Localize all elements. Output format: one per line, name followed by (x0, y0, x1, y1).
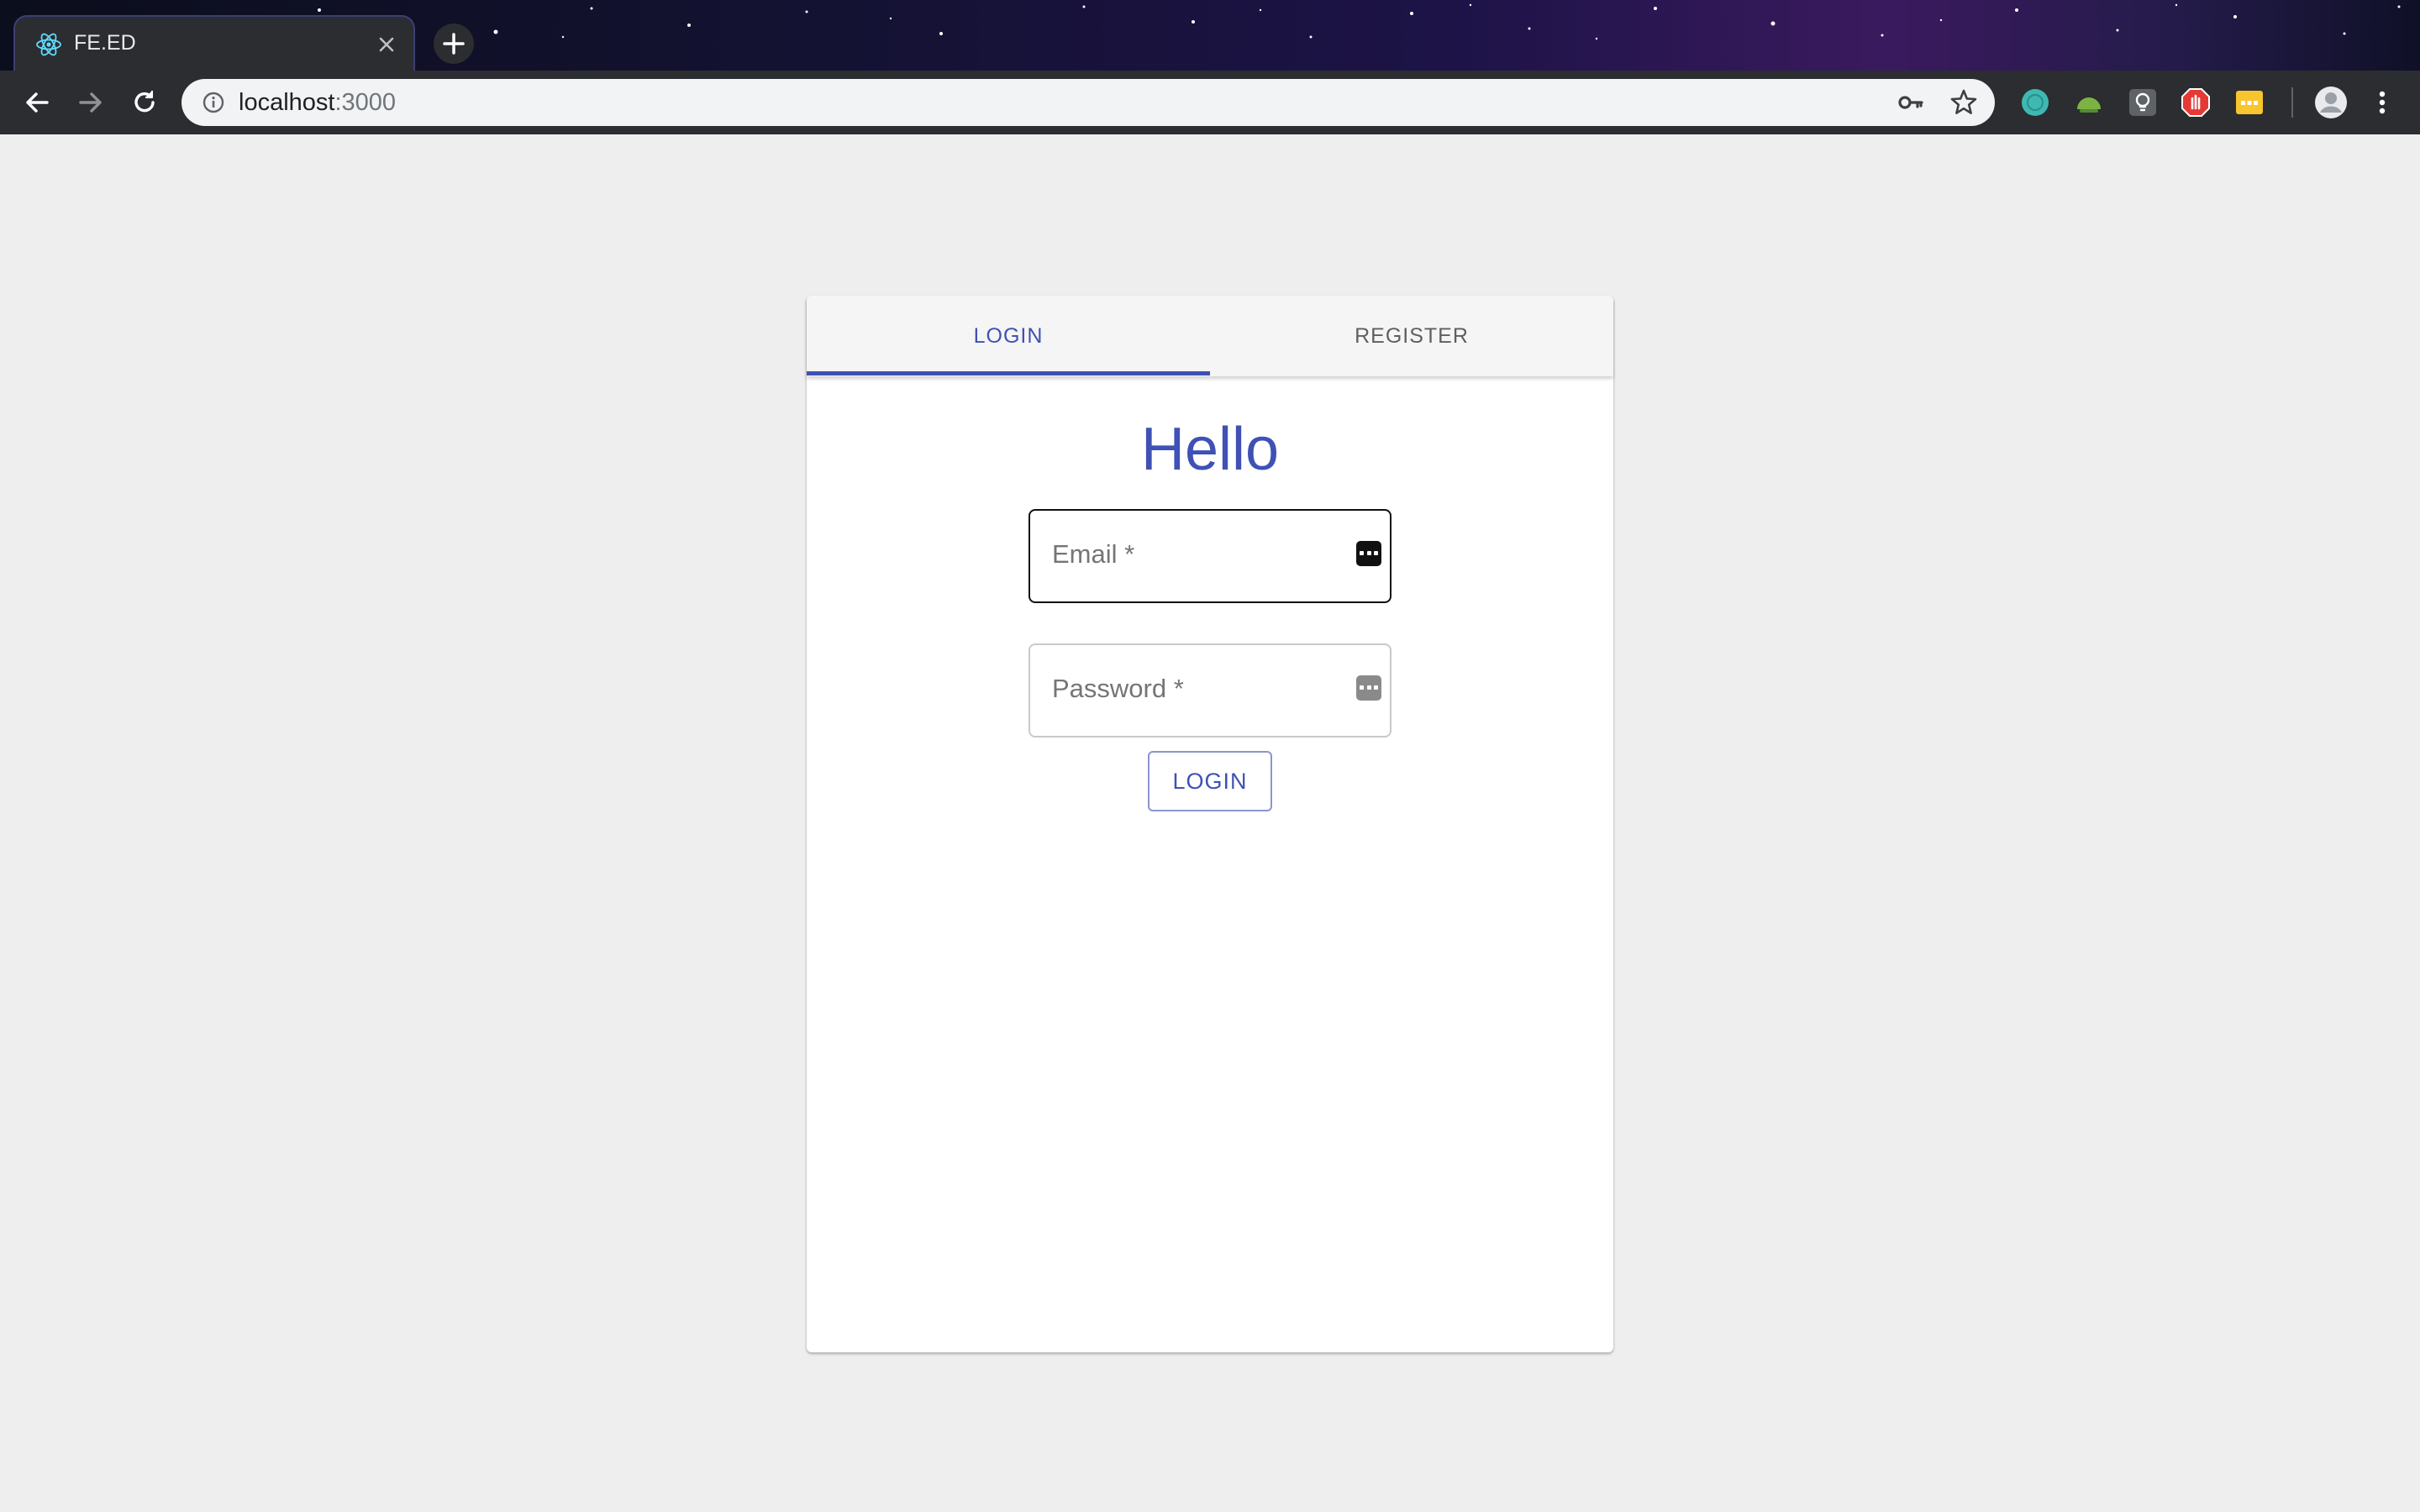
auth-card: LOGIN REGISTER Hello Email * Password * … (807, 296, 1613, 1352)
email-label: Email * (1052, 539, 1135, 569)
password-manager-icon[interactable] (1356, 541, 1381, 566)
browser-toolbar: localhost:3000 (0, 71, 2420, 134)
star-icon[interactable] (1948, 87, 1980, 118)
password-manager-icon[interactable] (1356, 675, 1381, 701)
react-atom-icon (36, 33, 61, 56)
url-text[interactable]: localhost:3000 (239, 89, 396, 117)
tab-login[interactable]: LOGIN (807, 296, 1210, 376)
yellow-dots-extension-icon[interactable] (2233, 87, 2265, 118)
close-icon[interactable] (371, 29, 402, 60)
arrow-left-icon[interactable] (18, 84, 55, 121)
kebab-menu-icon[interactable] (2368, 84, 2396, 121)
browser-chrome: FE.ED localhost:3000 (0, 0, 2420, 134)
url-port: :3000 (334, 89, 397, 116)
info-icon[interactable] (198, 87, 229, 118)
red-hand-extension-icon[interactable] (2180, 87, 2212, 118)
teal-circle-extension-icon[interactable] (2019, 87, 2051, 118)
tab-register[interactable]: REGISTER (1210, 296, 1613, 376)
password-label: Password * (1052, 674, 1184, 703)
login-button[interactable]: LOGIN (1148, 751, 1272, 811)
lightbulb-extension-icon[interactable] (2127, 87, 2159, 118)
toolbar-separator (2291, 87, 2293, 118)
reload-icon[interactable] (126, 84, 163, 121)
tab-title: FE.ED (74, 31, 136, 55)
arrow-right-icon[interactable] (72, 84, 109, 121)
active-tab-indicator (807, 371, 1210, 375)
green-dome-extension-icon[interactable] (2073, 87, 2105, 118)
url-host: localhost (239, 89, 335, 116)
avatar-icon[interactable] (2312, 84, 2349, 121)
page-title: Hello (1140, 416, 1280, 483)
new-tab-button[interactable] (434, 24, 474, 64)
address-bar[interactable]: localhost:3000 (182, 79, 1995, 126)
auth-tabs: LOGIN REGISTER (807, 296, 1613, 376)
email-field[interactable]: Email * (1028, 509, 1392, 603)
key-icon[interactable] (1896, 87, 1926, 118)
plus-icon (443, 33, 465, 55)
password-field[interactable]: Password * (1028, 643, 1392, 738)
browser-tab[interactable]: FE.ED (13, 15, 415, 71)
